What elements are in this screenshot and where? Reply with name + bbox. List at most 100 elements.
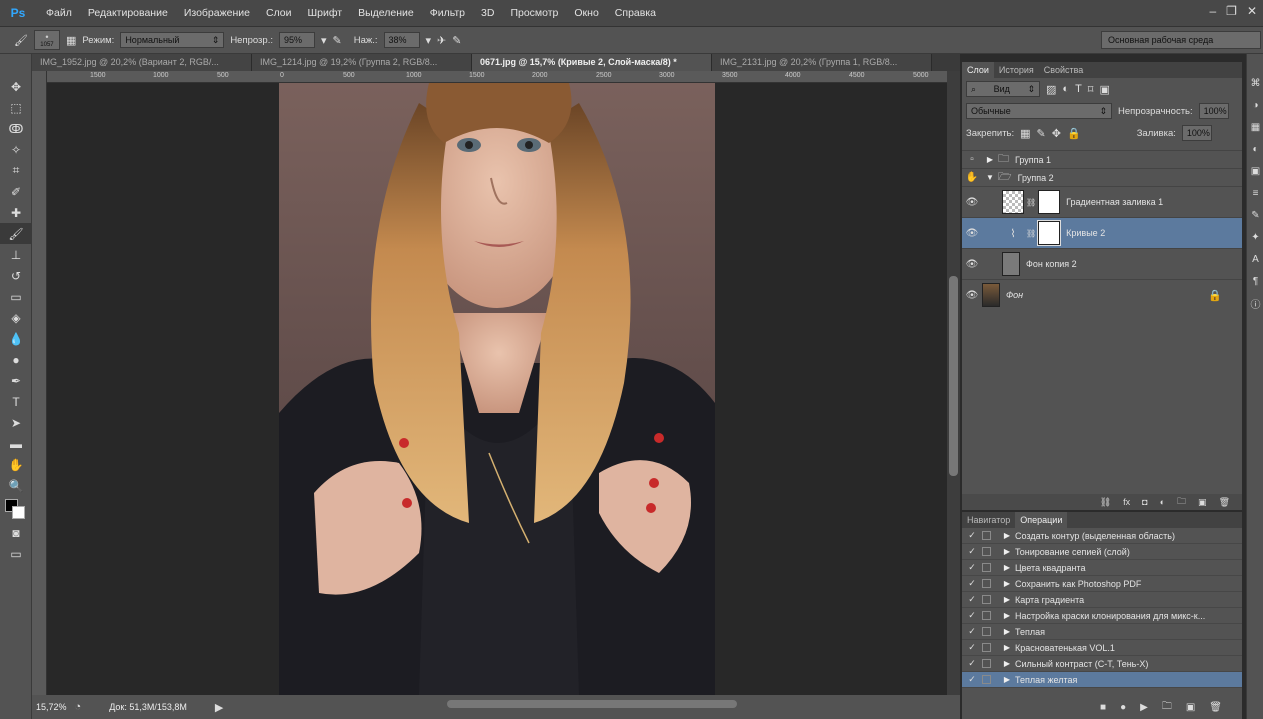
eyedropper-tool-icon[interactable]: ✐ <box>0 181 32 202</box>
quick-select-tool-icon[interactable]: ✧ <box>0 139 32 160</box>
filter-adjustment-icon[interactable]: ◐ <box>1062 83 1069 95</box>
lock-pixels-icon[interactable]: ✎ <box>1037 127 1046 140</box>
fill-field[interactable]: 100% <box>1181 125 1212 141</box>
new-action-icon[interactable]: ▣ <box>1186 702 1195 713</box>
filter-type-icon[interactable]: T <box>1075 83 1082 95</box>
history-brush-icon[interactable]: ↺ <box>0 265 32 286</box>
brush-tool-icon[interactable]: 🖌 <box>0 223 32 244</box>
layer-background[interactable]: 👁 Фон 🔒 <box>962 279 1242 310</box>
trash-icon[interactable]: 🗑 <box>1219 497 1230 508</box>
eye-icon[interactable]: 👁 <box>962 259 982 270</box>
dialog-toggle[interactable] <box>982 611 991 620</box>
dialog-toggle[interactable] <box>982 531 991 540</box>
restore-icon[interactable]: ❐ <box>1226 4 1237 18</box>
check-icon[interactable]: ✓ <box>962 546 982 557</box>
check-icon[interactable]: ✓ <box>962 610 982 621</box>
check-icon[interactable]: ✓ <box>962 642 982 653</box>
dropdown-arrow-icon[interactable]: ▾ <box>426 34 432 47</box>
lock-position-icon[interactable]: ✥ <box>1052 127 1061 140</box>
dodge-tool-icon[interactable]: ● <box>0 349 32 370</box>
vertical-scrollbar[interactable] <box>947 71 960 695</box>
clone-stamp-icon[interactable]: ⊥ <box>0 244 32 265</box>
marquee-tool-icon[interactable]: ⬚ <box>0 97 32 118</box>
chain-link-icon[interactable]: ⛓ <box>1026 229 1036 238</box>
status-arrow-icon[interactable]: ▶ <box>215 701 223 714</box>
crop-tool-icon[interactable]: ⌗ <box>0 160 32 181</box>
eraser-tool-icon[interactable]: ▭ <box>0 286 32 307</box>
action-item[interactable]: ✓ ▶ Цвета квадранта <box>962 560 1242 576</box>
paint-bucket-icon[interactable]: ◈ <box>0 307 32 328</box>
layer-gradient-fill-1[interactable]: 👁 ⛓ Градиентная заливка 1 <box>962 186 1242 217</box>
minimize-icon[interactable]: – <box>1209 4 1216 18</box>
expand-triangle-icon[interactable]: ▶ <box>999 611 1015 620</box>
dialog-toggle[interactable] <box>982 659 991 668</box>
menu-layers[interactable]: Слои <box>258 0 300 27</box>
check-icon[interactable]: ✓ <box>962 626 982 637</box>
tab-properties[interactable]: Свойства <box>1039 62 1089 78</box>
tab-img-2131[interactable]: IMG_2131.jpg @ 20,2% (Группа 1, RGB/8... <box>712 54 932 71</box>
opacity-field[interactable]: 95% <box>278 32 315 48</box>
tab-history[interactable]: История <box>994 62 1039 78</box>
document-image[interactable] <box>279 83 715 695</box>
path-select-icon[interactable]: ➤ <box>0 412 32 433</box>
dropdown-arrow-icon[interactable]: ▾ <box>321 34 327 47</box>
action-item[interactable]: ✓ ▶ Теплая <box>962 624 1242 640</box>
tablet-pressure-opacity-icon[interactable]: ✎ <box>333 34 342 47</box>
tab-img-1214[interactable]: IMG_1214.jpg @ 19,2% (Группа 2, RGB/8... <box>252 54 472 71</box>
check-icon[interactable]: ✓ <box>962 530 982 541</box>
check-icon[interactable]: ✓ <box>962 674 982 685</box>
expand-triangle-icon[interactable]: ▶ <box>999 675 1015 684</box>
action-item[interactable]: ✓ ▶ Тонирование сепией (слой) <box>962 544 1242 560</box>
dialog-toggle[interactable] <box>982 675 991 684</box>
menu-3d[interactable]: 3D <box>473 0 502 27</box>
pressure-field[interactable]: 38% <box>383 32 420 48</box>
chain-link-icon[interactable]: ⛓ <box>1026 198 1036 207</box>
tab-0671-active[interactable]: 0671.jpg @ 15,7% (Кривые 2, Слой-маска/8… <box>472 54 712 71</box>
lock-transparent-icon[interactable]: ▦ <box>1020 127 1030 140</box>
zoom-tool-icon[interactable]: 🔍 <box>0 475 32 496</box>
zoom-level[interactable]: 15,72% <box>36 702 67 712</box>
action-item[interactable]: ✓ ▶ Создать контур (выделенная область) <box>962 528 1242 544</box>
layer-kind-dropdown[interactable]: ⌕ Вид ⇕ <box>966 81 1040 97</box>
check-icon[interactable]: ✓ <box>962 658 982 669</box>
expand-triangle-icon[interactable]: ▶ <box>999 579 1015 588</box>
quick-mask-icon[interactable]: ◙ <box>0 522 32 543</box>
dialog-toggle[interactable] <box>982 579 991 588</box>
stop-icon[interactable]: ■ <box>1100 702 1106 713</box>
tab-img-1952[interactable]: IMG_1952.jpg @ 20,2% (Вариант 2, RGB/... <box>32 54 252 71</box>
check-icon[interactable]: ✓ <box>962 578 982 589</box>
layer-opacity-field[interactable]: 100% <box>1198 103 1229 119</box>
action-item[interactable]: ✓ ▶ Карта градиента <box>962 592 1242 608</box>
mask-thumbnail[interactable] <box>1038 190 1061 214</box>
expand-triangle-icon[interactable]: ▶ <box>999 627 1015 636</box>
info-panel-icon[interactable]: ⓘ <box>1247 292 1263 314</box>
new-set-icon[interactable]: 🗀 <box>1162 699 1172 716</box>
dialog-toggle[interactable] <box>982 563 991 572</box>
styles-panel-icon[interactable]: ▣ <box>1247 160 1263 182</box>
blur-tool-icon[interactable]: 💧 <box>0 328 32 349</box>
delete-icon[interactable]: 🗑 <box>1209 702 1222 713</box>
lock-all-icon[interactable]: 🔒 <box>1067 127 1081 140</box>
tablet-pressure-size-icon[interactable]: ✎ <box>452 34 461 47</box>
check-icon[interactable]: ✓ <box>962 562 982 573</box>
menu-edit[interactable]: Редактирование <box>80 0 176 27</box>
horizontal-scroll-thumb[interactable] <box>447 700 737 708</box>
tab-layers[interactable]: Слои <box>962 62 994 78</box>
layer-group-1[interactable]: ▫ ▶ 🗀 Группа 1 <box>962 150 1242 168</box>
new-adjustment-icon[interactable]: ◐ <box>1160 497 1165 507</box>
collapse-triangle-icon[interactable]: ▼ <box>982 173 998 182</box>
action-item[interactable]: ✓ ▶ Сильный контраст (С-Т, Тень-Х) <box>962 656 1242 672</box>
status-info-icon[interactable]: ◔ <box>75 701 82 713</box>
link-layers-icon[interactable]: ⛓ <box>1100 497 1111 508</box>
menu-view[interactable]: Просмотр <box>502 0 566 27</box>
dialog-toggle[interactable] <box>982 595 991 604</box>
menu-select[interactable]: Выделение <box>350 0 422 27</box>
menu-filter[interactable]: Фильтр <box>422 0 473 27</box>
close-icon[interactable]: ✕ <box>1247 4 1257 18</box>
tab-actions[interactable]: Операции <box>1015 512 1068 528</box>
dialog-toggle[interactable] <box>982 643 991 652</box>
filter-shape-icon[interactable]: ⌑ <box>1088 83 1094 96</box>
background-color[interactable] <box>12 506 25 519</box>
swatches-panel-icon[interactable]: ▦ <box>1247 116 1263 138</box>
menu-window[interactable]: Окно <box>566 0 606 27</box>
